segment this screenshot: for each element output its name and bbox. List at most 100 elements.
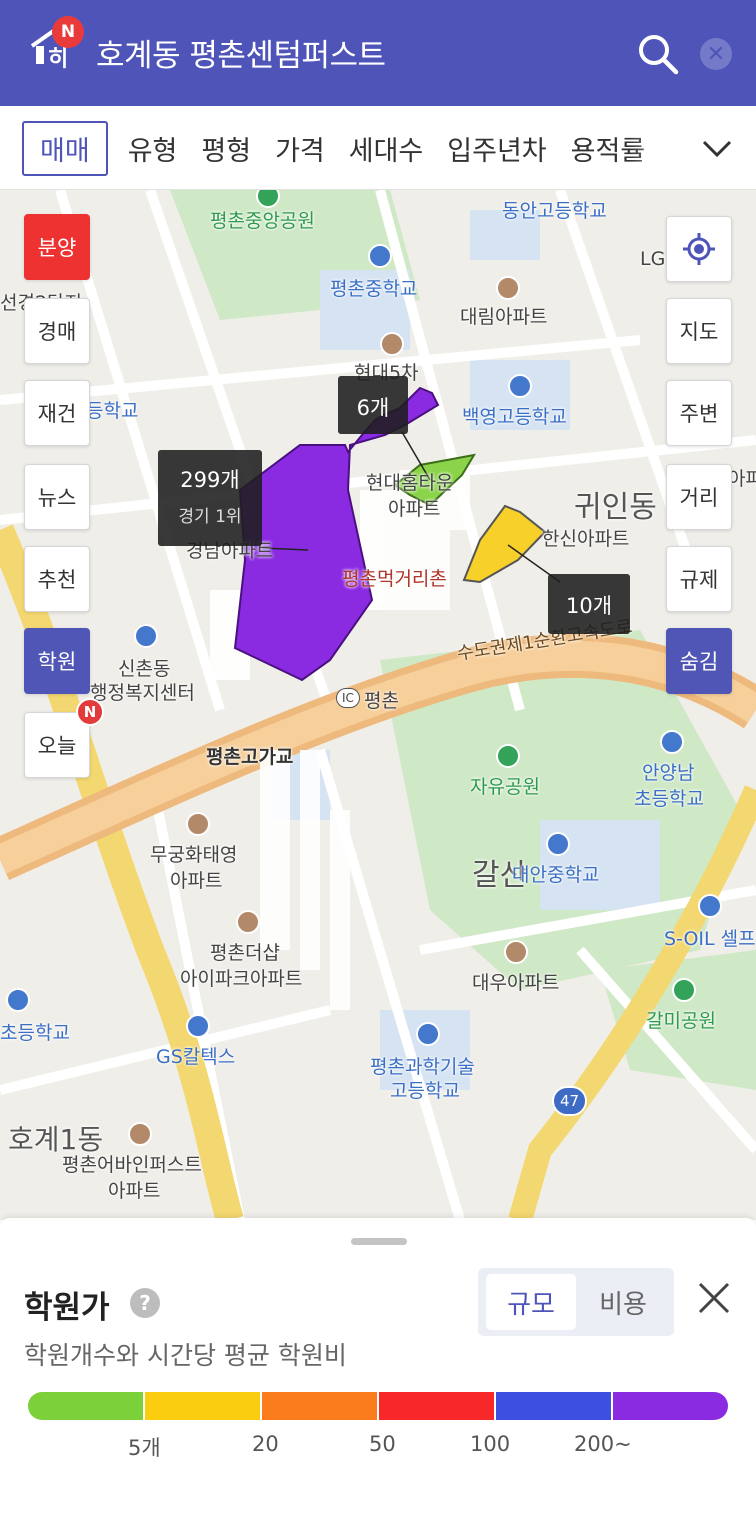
academy-count: 299개 [180,468,240,492]
map-label-apartment: 아파 [728,468,756,490]
academy-count: 10개 [565,594,613,618]
apartment-icon [186,812,210,836]
filter-price[interactable]: 가격 [275,129,325,168]
map-label-district: 귀인동 [574,490,657,525]
map-label-apartment: 아파트 [108,1180,161,1202]
map-label-school: 평촌중학교 [330,278,418,300]
school-icon [6,988,30,1012]
gas-station-icon [698,894,722,918]
school-icon [368,244,392,268]
page-title: 호계동 평촌센텀퍼스트 [96,38,386,74]
new-badge: N [52,16,84,48]
apartment-icon [504,940,528,964]
color-scale-legend [28,1392,728,1420]
map-label-apartment: 대우아파트 [472,972,560,994]
academy-count: 6개 [356,396,390,420]
drag-handle[interactable] [351,1238,407,1245]
gas-station-icon [186,1014,210,1038]
map-label-ic: 평촌 [364,690,399,712]
map-label-apartment: 한신아파트 [542,528,630,550]
school-icon [546,832,570,856]
apartment-icon [380,332,404,356]
side-button-recommend[interactable]: 추천 [24,546,90,612]
side-button-redevelopment[interactable]: 재건 [24,380,90,446]
map-label-office: 행정복지센터 [90,682,195,704]
park-icon [672,978,696,1002]
map-label-ic-icon: IC [336,688,360,708]
segment-scale[interactable]: 규모 [486,1274,576,1330]
filter-trade-type[interactable]: 매매 [22,120,108,176]
school-icon [416,1022,440,1046]
segment-cost[interactable]: 비용 [578,1274,668,1330]
side-button-map[interactable]: 지도 [666,298,732,364]
side-button-nearby[interactable]: 주변 [666,380,732,446]
side-button-academy[interactable]: 학원 [24,628,90,694]
academy-count-tag[interactable]: 6개 [338,376,408,434]
academy-rank: 경기 1위 [178,507,242,527]
filter-bar: 매매 유형 평형 가격 세대수 입주년차 용적률 [0,106,756,190]
office-icon [134,624,158,648]
filter-households[interactable]: 세대수 [349,129,424,168]
scale-segment [145,1392,262,1420]
apartment-icon [236,910,260,934]
map-label-park: 자유공원 [470,776,540,798]
map-label-school: 안양남 [642,762,695,784]
side-button-distance[interactable]: 거리 [666,464,732,530]
side-button-presale[interactable]: 분양 [24,214,90,280]
close-icon[interactable]: ✕ [700,38,732,70]
school-icon [660,730,684,754]
map-label-school: 초등학교 [0,1022,70,1044]
scale-tick: 5개 [128,1436,161,1460]
filter-chips: 매매 유형 평형 가격 세대수 입주년차 용적률 [22,120,669,176]
map-label-apartment: 아파트 [388,498,441,520]
side-button-hide[interactable]: 숨김 [666,628,732,694]
sheet-title: 학원가 [24,1290,110,1326]
map-label-apartment: 아이파크아파트 [180,968,303,990]
scale-segment [613,1392,728,1420]
map-label-apartment: 평촌어바인퍼스트 [62,1154,202,1176]
apartment-icon [128,1122,152,1146]
academy-sheet: 학원가 ? 규모 비용 학원개수와 시간당 평균 학원비 5개 20 50 10… [0,1218,756,1517]
map-label-apartment: 현대홈타운 [366,472,454,494]
school-icon [508,374,532,398]
map-label-apartment: 대림아파트 [460,306,548,328]
map-label-school: 백영고등학교 [462,406,567,428]
map-view[interactable]: 평촌중앙공원 동안고등학교 LG 평촌중학교 대림아파트 현대5차 백영고등학교… [0,190,756,1220]
map-label-park: 갈미공원 [646,1010,716,1032]
scale-tick: 200~ [574,1432,632,1456]
map-label-apartment: 평촌더샵 [210,942,280,964]
map-label-street: 평촌먹거리촌 [342,568,447,590]
map-label-bridge: 평촌고가교 [206,746,294,768]
svg-text:히: 히 [48,47,68,72]
filter-size[interactable]: 평형 [201,129,251,168]
map-label-school: 평촌과학기술 [370,1056,475,1078]
sheet-subtitle: 학원개수와 시간당 평균 학원비 [24,1341,347,1370]
map-label-gas-station: S-OIL 셀프 [664,928,756,950]
side-button-auction[interactable]: 경매 [24,298,90,364]
side-button-news[interactable]: 뉴스 [24,464,90,530]
map-label-school: 초등학교 [634,788,704,810]
map-label-school: 등학교 [86,400,139,422]
filter-move-in-year[interactable]: 입주년차 [447,129,546,168]
crosshair-icon [683,233,715,265]
search-icon[interactable] [636,32,680,76]
chevron-down-icon[interactable] [700,134,734,162]
scale-tick: 20 [252,1432,279,1456]
academy-count-tag[interactable]: 10개 [548,574,630,634]
academy-count-tag[interactable]: 299개 경기 1위 [158,450,262,546]
scale-segment [379,1392,496,1420]
close-icon[interactable] [694,1278,734,1318]
filter-type[interactable]: 유형 [128,129,178,168]
map-label-office: 신촌동 [118,658,171,680]
map-label-lg: LG [640,248,666,270]
scale-tick: 50 [369,1432,396,1456]
map-label-park: 평촌중앙공원 [210,210,315,232]
apartment-icon [496,276,520,300]
map-label-school: 고등학교 [390,1080,460,1102]
map-label-school: 대안중학교 [512,864,600,886]
scale-segment [262,1392,379,1420]
side-button-regulation[interactable]: 규제 [666,546,732,612]
map-label-gas-station: GS칼텍스 [156,1046,236,1068]
my-location-button[interactable] [666,216,732,282]
help-icon[interactable]: ? [130,1288,160,1318]
